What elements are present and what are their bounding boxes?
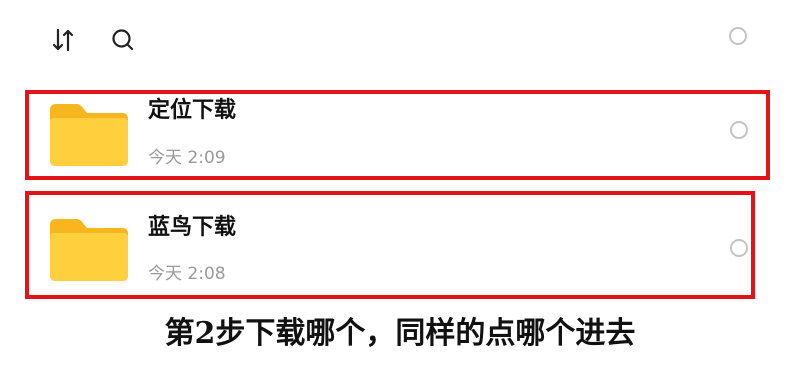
file-name: 定位下载	[148, 98, 237, 123]
instruction-caption: 第2步下载哪个，同样的点哪个进去	[164, 316, 636, 351]
folder-icon	[50, 219, 128, 281]
search-icon[interactable]	[110, 27, 136, 53]
file-row[interactable]: 定位下载 今天 2:09	[25, 90, 770, 180]
file-select-radio[interactable]	[730, 121, 748, 139]
folder-icon	[50, 104, 128, 166]
file-time: 今天 2:09	[148, 148, 226, 168]
file-row[interactable]: 蓝鸟下载 今天 2:08	[25, 191, 755, 299]
file-name: 蓝鸟下载	[148, 215, 237, 240]
select-all-radio[interactable]	[729, 27, 747, 45]
file-time: 今天 2:08	[148, 264, 226, 284]
sort-arrows-icon[interactable]	[50, 27, 76, 53]
file-select-radio[interactable]	[730, 239, 748, 257]
